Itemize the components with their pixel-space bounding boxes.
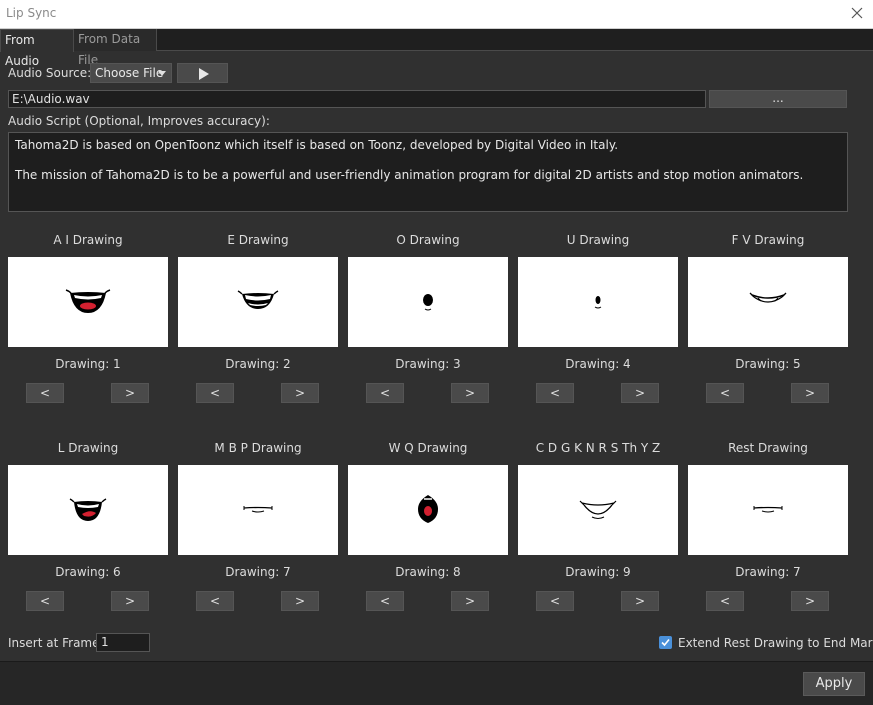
drawing-number: Drawing: 7 [735,565,801,579]
tab-from-data-file[interactable]: From Data File [74,29,157,67]
drawing-cell: U Drawing Drawing: 4 < > [518,233,678,413]
next-drawing-button[interactable]: > [281,591,319,611]
prev-drawing-button[interactable]: < [536,591,574,611]
drawing-number: Drawing: 9 [565,565,631,579]
drawing-name: L Drawing [57,441,119,455]
drawing-number: Drawing: 4 [565,357,631,371]
drawing-number: Drawing: 3 [395,357,461,371]
insert-frame-field[interactable]: 1 [96,633,150,652]
drawing-number: Drawing: 5 [735,357,801,371]
drawing-number: Drawing: 2 [225,357,291,371]
drawing-name: Rest Drawing [728,441,808,455]
mouth-shape-image [237,290,279,309]
tab-from-audio[interactable]: From Audio [0,29,74,68]
audio-source-label: Audio Source: [8,66,92,80]
drawing-preview[interactable] [688,465,848,555]
drawing-number: Drawing: 1 [55,357,121,371]
audio-source-value: Choose File [95,66,164,80]
prev-drawing-button[interactable]: < [706,383,744,403]
mouth-shape-image [594,296,602,309]
play-icon [199,68,209,80]
drawing-cell: W Q Drawing Drawing: 8 < > [348,441,508,621]
script-line: Tahoma2D is based on OpenToonz which its… [15,138,619,152]
browse-button[interactable]: ... [709,90,847,108]
insert-frame-label: Insert at Frame: [8,636,104,650]
drawing-preview[interactable] [178,465,338,555]
mouth-shape-image [423,294,433,311]
prev-drawing-button[interactable]: < [706,591,744,611]
drawing-preview[interactable] [688,257,848,347]
script-line: The mission of Tahoma2D is to be a power… [15,168,804,182]
mouth-shape-image [243,506,273,513]
title-bar: Lip Sync [0,0,873,29]
tab-bar: From Audio From Data File [0,29,873,68]
drawing-cell: E Drawing Drawing: 2 < > [178,233,338,413]
next-drawing-button[interactable]: > [621,383,659,403]
mouth-shape-image [418,495,438,523]
window-title: Lip Sync [6,6,57,20]
prev-drawing-button[interactable]: < [26,383,64,403]
chevron-down-icon [158,71,166,76]
mouth-shape-image [69,498,107,521]
extend-rest-checkbox[interactable] [659,636,672,649]
audio-source-dropdown[interactable]: Choose File [90,63,172,83]
drawing-number: Drawing: 6 [55,565,121,579]
apply-button[interactable]: Apply [803,672,865,696]
next-drawing-button[interactable]: > [281,383,319,403]
drawing-preview[interactable] [8,257,168,347]
next-drawing-button[interactable]: > [791,383,829,403]
drawing-name: C D G K N R S Th Y Z [535,441,661,455]
drawing-preview[interactable] [518,257,678,347]
next-drawing-button[interactable]: > [111,591,149,611]
next-drawing-button[interactable]: > [621,591,659,611]
drawing-preview[interactable] [178,257,338,347]
mouth-shape-image [579,500,617,519]
drawing-name: O Drawing [396,233,460,247]
prev-drawing-button[interactable]: < [536,383,574,403]
drawing-cell: O Drawing Drawing: 3 < > [348,233,508,413]
drawing-preview[interactable] [518,465,678,555]
drawing-preview[interactable] [8,465,168,555]
drawing-cell: Rest Drawing Drawing: 7 < > [688,441,848,621]
drawing-preview[interactable] [348,465,508,555]
drawing-name: W Q Drawing [388,441,468,455]
drawing-preview[interactable] [348,257,508,347]
prev-drawing-button[interactable]: < [366,591,404,611]
drawing-number: Drawing: 7 [225,565,291,579]
next-drawing-button[interactable]: > [111,383,149,403]
next-drawing-button[interactable]: > [451,383,489,403]
prev-drawing-button[interactable]: < [196,591,234,611]
prev-drawing-button[interactable]: < [26,591,64,611]
drawing-name: M B P Drawing [214,441,302,455]
footer-bar [0,661,873,705]
drawing-cell: C D G K N R S Th Y Z Drawing: 9 < > [518,441,678,621]
check-icon [661,638,670,647]
audio-path-field[interactable]: E:\Audio.wav [8,90,706,108]
drawing-cell: L Drawing Drawing: 6 < > [8,441,168,621]
drawing-name: A I Drawing [53,233,123,247]
next-drawing-button[interactable]: > [451,591,489,611]
drawing-number: Drawing: 8 [395,565,461,579]
play-button[interactable] [177,63,228,83]
close-icon[interactable] [849,5,865,21]
mouth-shape-image [753,506,783,513]
drawing-name: E Drawing [227,233,289,247]
next-drawing-button[interactable]: > [791,591,829,611]
extend-rest-label[interactable]: Extend Rest Drawing to End Marker [678,636,873,650]
audio-script-label: Audio Script (Optional, Improves accurac… [8,114,270,128]
prev-drawing-button[interactable]: < [366,383,404,403]
audio-script-textarea[interactable]: Tahoma2D is based on OpenToonz which its… [8,132,848,212]
drawing-name: F V Drawing [731,233,805,247]
drawing-cell: A I Drawing Drawing: 1 < > [8,233,168,413]
drawing-name: U Drawing [566,233,630,247]
drawing-cell: M B P Drawing Drawing: 7 < > [178,441,338,621]
drawing-cell: F V Drawing Drawing: 5 < > [688,233,848,413]
prev-drawing-button[interactable]: < [196,383,234,403]
mouth-shape-image [65,289,111,313]
mouth-shape-image [749,292,787,303]
